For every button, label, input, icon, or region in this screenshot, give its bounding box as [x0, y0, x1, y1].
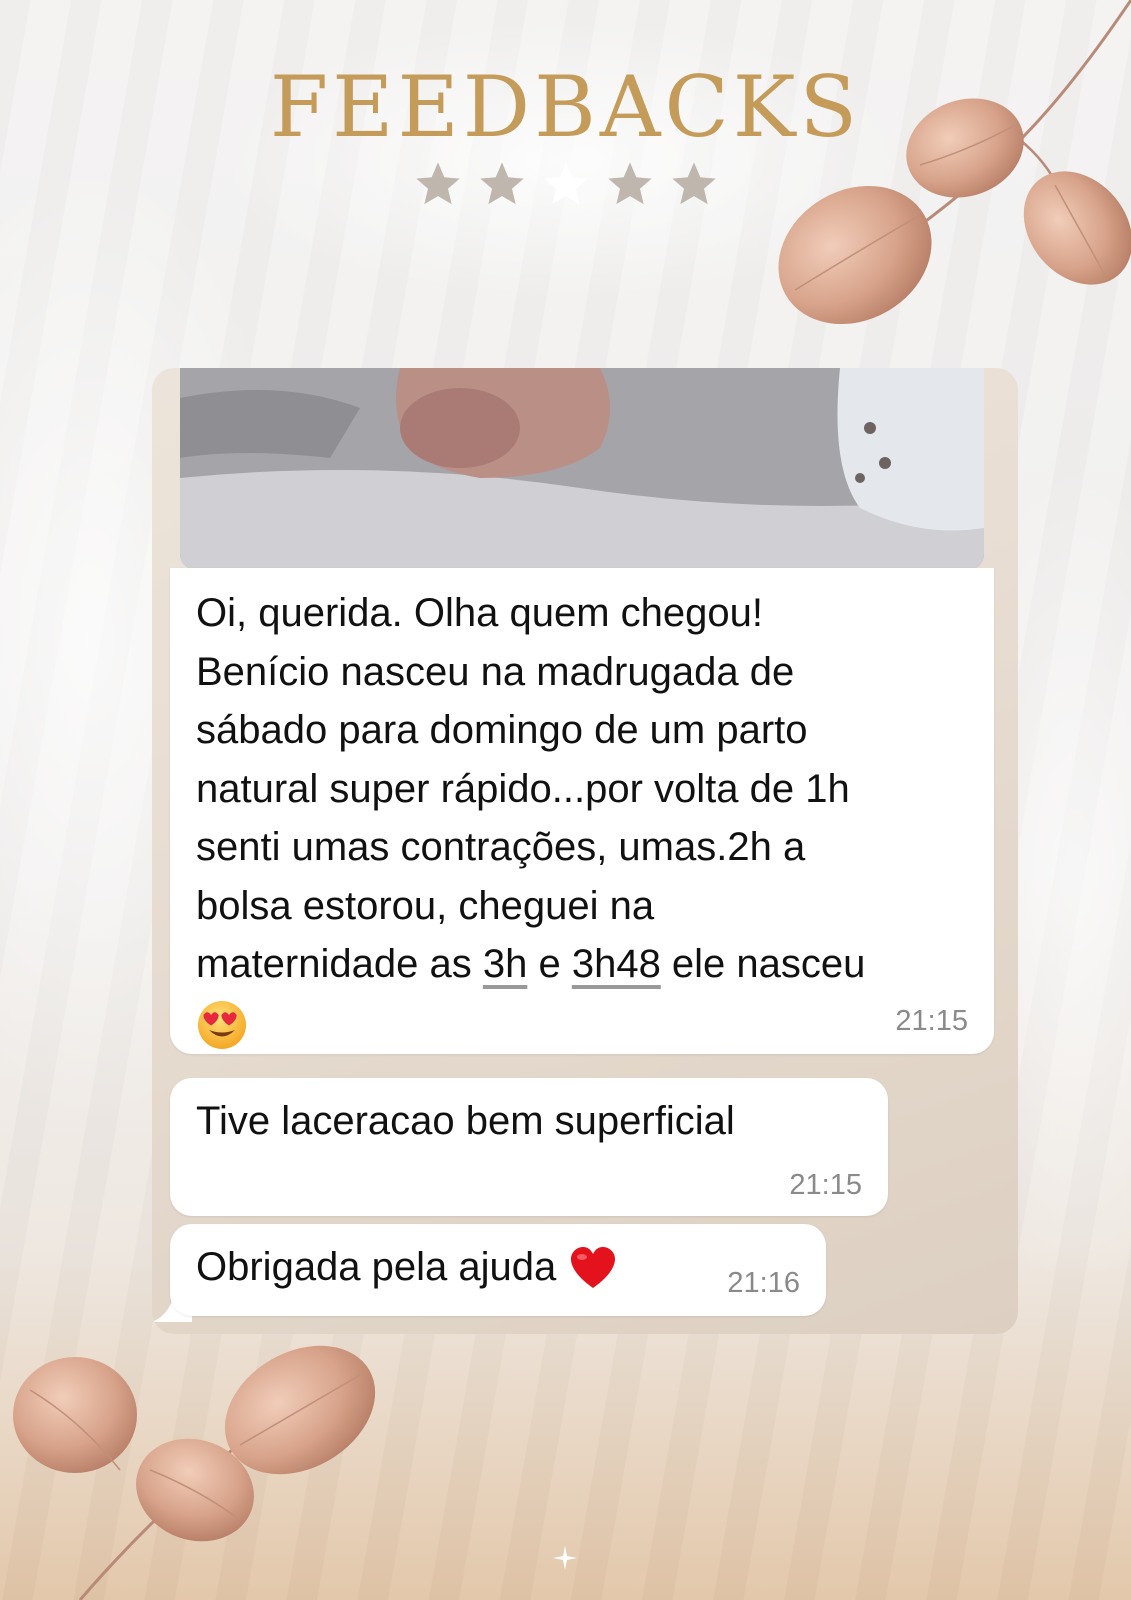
photo-image — [180, 368, 984, 570]
star-icon — [479, 162, 524, 205]
star-icon — [543, 162, 588, 205]
message-timestamp: 21:15 — [789, 1169, 862, 1201]
time-link[interactable]: 3h48 — [572, 942, 661, 986]
heart-eyes-emoji-icon — [198, 1000, 246, 1049]
message-text: Oi, querida. Olha quem chegou! Benício n… — [196, 584, 968, 1052]
baby-photo — [180, 368, 984, 570]
star-icon — [415, 162, 460, 205]
message-bubble[interactable]: Obrigada pela ajuda 21:16 — [170, 1224, 826, 1316]
message-text: Tive laceracao bem superficial — [196, 1099, 735, 1143]
message-bubble[interactable]: Tive laceracao bem superficial 21:15 — [170, 1078, 888, 1216]
star-icon — [671, 162, 716, 205]
message-timestamp: 21:15 — [895, 1005, 968, 1037]
time-link[interactable]: 3h — [483, 942, 528, 986]
eucalyptus-leaves-bottom-left — [13, 1345, 376, 1600]
chat-screenshot: Oi, querida. Olha quem chegou! Benício n… — [152, 368, 1018, 1334]
red-heart-emoji-icon — [571, 1247, 616, 1289]
message-bubble[interactable]: Oi, querida. Olha quem chegou! Benício n… — [170, 568, 994, 1054]
eucalyptus-leaves-top-right — [778, 0, 1131, 325]
message-timestamp: 21:16 — [727, 1267, 800, 1299]
message-text: Obrigada pela ajuda — [196, 1238, 800, 1297]
star-icon — [607, 162, 652, 205]
sparkle-icon — [553, 1546, 577, 1570]
